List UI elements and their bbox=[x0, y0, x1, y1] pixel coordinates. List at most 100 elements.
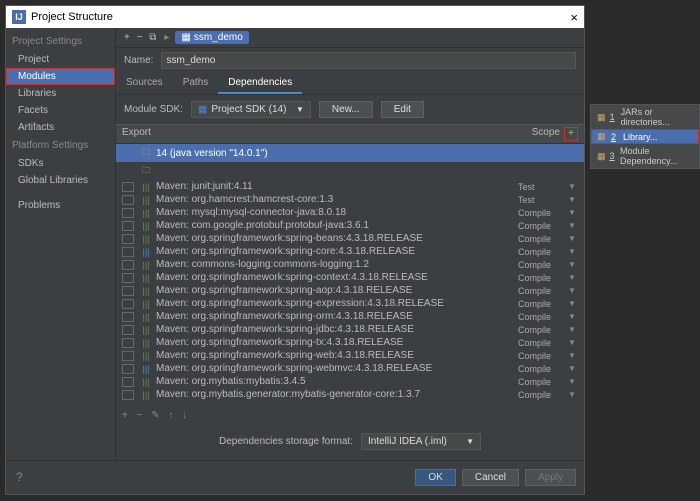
chevron-down-icon[interactable]: ▼ bbox=[568, 338, 578, 347]
popup-item[interactable]: ▦2Library... bbox=[591, 129, 699, 144]
edit-sdk-button[interactable]: Edit bbox=[381, 101, 424, 118]
add-icon[interactable]: + bbox=[124, 32, 130, 43]
table-row[interactable]: |||Maven: org.springframework:spring-jdb… bbox=[116, 323, 584, 336]
sidebar-item-libraries[interactable]: Libraries bbox=[6, 85, 115, 102]
export-checkbox[interactable] bbox=[122, 377, 134, 387]
export-checkbox[interactable] bbox=[122, 312, 134, 322]
export-checkbox[interactable] bbox=[122, 338, 134, 348]
name-input[interactable] bbox=[161, 52, 576, 69]
table-row[interactable]: |||Maven: org.springframework:spring-orm… bbox=[116, 310, 584, 323]
export-checkbox[interactable] bbox=[122, 325, 134, 335]
scope-value[interactable]: Test bbox=[518, 195, 568, 205]
module-chip[interactable]: ▦ssm_demo bbox=[175, 31, 248, 44]
scope-value[interactable]: Compile bbox=[518, 247, 568, 257]
export-checkbox[interactable] bbox=[122, 260, 134, 270]
tab-sources[interactable]: Sources bbox=[116, 73, 173, 94]
scope-value[interactable]: Compile bbox=[518, 312, 568, 322]
export-checkbox[interactable] bbox=[122, 351, 134, 361]
down-icon[interactable]: ↓ bbox=[182, 410, 187, 421]
table-row[interactable]: |||Maven: org.hamcrest:hamcrest-core:1.3… bbox=[116, 193, 584, 206]
chevron-down-icon[interactable]: ▼ bbox=[568, 195, 578, 204]
sidebar-item-artifacts[interactable]: Artifacts bbox=[6, 119, 115, 136]
new-sdk-button[interactable]: New... bbox=[319, 101, 373, 118]
sidebar-item-problems[interactable]: Problems bbox=[6, 197, 115, 214]
scope-value[interactable]: Test bbox=[518, 182, 568, 192]
scope-value[interactable]: Compile bbox=[518, 338, 568, 348]
scope-value[interactable]: Compile bbox=[518, 325, 568, 335]
add-dependency-button[interactable]: + bbox=[564, 127, 578, 141]
table-row[interactable]: 🗀14 (java version "14.0.1") bbox=[116, 144, 584, 162]
remove-icon[interactable]: − bbox=[137, 32, 143, 43]
popup-item[interactable]: ▦3Module Dependency... bbox=[591, 144, 699, 168]
table-row[interactable]: |||Maven: org.springframework:spring-con… bbox=[116, 271, 584, 284]
export-checkbox[interactable] bbox=[122, 247, 134, 257]
scope-value[interactable]: Compile bbox=[518, 299, 568, 309]
add-row-icon[interactable]: + bbox=[122, 410, 128, 421]
table-row[interactable]: |||Maven: org.springframework:spring-cor… bbox=[116, 245, 584, 258]
chevron-down-icon[interactable]: ▼ bbox=[568, 390, 578, 399]
table-row[interactable]: 🗀 bbox=[116, 162, 584, 180]
export-checkbox[interactable] bbox=[122, 299, 134, 309]
sidebar-item-sdks[interactable]: SDKs bbox=[6, 155, 115, 172]
chevron-down-icon[interactable]: ▼ bbox=[568, 260, 578, 269]
table-row[interactable]: |||Maven: org.springframework:spring-web… bbox=[116, 349, 584, 362]
table-row[interactable]: |||Maven: org.mybatis:mybatis:3.4.5Compi… bbox=[116, 375, 584, 388]
sidebar-item-modules[interactable]: Modules bbox=[6, 68, 115, 85]
close-icon[interactable]: × bbox=[570, 10, 578, 25]
scope-value[interactable]: Compile bbox=[518, 390, 568, 400]
export-checkbox[interactable] bbox=[122, 208, 134, 218]
chevron-down-icon[interactable]: ▼ bbox=[568, 221, 578, 230]
export-checkbox[interactable] bbox=[122, 286, 134, 296]
table-row[interactable]: |||Maven: com.google.protobuf:protobuf-j… bbox=[116, 219, 584, 232]
help-icon[interactable]: ? bbox=[16, 470, 23, 484]
chevron-down-icon[interactable]: ▼ bbox=[568, 312, 578, 321]
scope-value[interactable]: Compile bbox=[518, 208, 568, 218]
deps-format-combo[interactable]: IntelliJ IDEA (.iml)▼ bbox=[361, 433, 481, 450]
table-row[interactable]: |||Maven: org.springframework:spring-exp… bbox=[116, 297, 584, 310]
export-checkbox[interactable] bbox=[122, 364, 134, 374]
scope-value[interactable]: Compile bbox=[518, 234, 568, 244]
export-checkbox[interactable] bbox=[122, 234, 134, 244]
table-row[interactable]: |||Maven: org.springframework:spring-tx:… bbox=[116, 336, 584, 349]
sdk-combo[interactable]: ▦Project SDK (14)▼ bbox=[191, 101, 311, 118]
export-checkbox[interactable] bbox=[122, 195, 134, 205]
scope-value[interactable]: Compile bbox=[518, 273, 568, 283]
scope-value[interactable]: Compile bbox=[518, 351, 568, 361]
chevron-down-icon[interactable]: ▼ bbox=[568, 208, 578, 217]
scope-value[interactable]: Compile bbox=[518, 286, 568, 296]
chevron-down-icon[interactable]: ▼ bbox=[568, 364, 578, 373]
table-row[interactable]: |||Maven: junit:junit:4.11Test▼ bbox=[116, 180, 584, 193]
export-checkbox[interactable] bbox=[122, 273, 134, 283]
copy-icon[interactable]: ⧉ bbox=[149, 32, 156, 43]
tab-dependencies[interactable]: Dependencies bbox=[218, 73, 302, 94]
chevron-down-icon[interactable]: ▼ bbox=[568, 377, 578, 386]
table-row[interactable]: |||Maven: org.springframework:spring-aop… bbox=[116, 284, 584, 297]
chevron-down-icon[interactable]: ▼ bbox=[568, 234, 578, 243]
popup-item[interactable]: ▦1JARs or directories... bbox=[591, 105, 699, 129]
chevron-down-icon[interactable]: ▼ bbox=[568, 286, 578, 295]
chevron-down-icon[interactable]: ▼ bbox=[568, 247, 578, 256]
table-row[interactable]: |||Maven: mysql:mysql-connector-java:8.0… bbox=[116, 206, 584, 219]
chevron-down-icon[interactable]: ▼ bbox=[568, 351, 578, 360]
chevron-down-icon[interactable]: ▼ bbox=[568, 299, 578, 308]
sidebar-item-facets[interactable]: Facets bbox=[6, 102, 115, 119]
table-row[interactable]: |||Maven: org.springframework:spring-bea… bbox=[116, 232, 584, 245]
edit-row-icon[interactable]: ✎ bbox=[151, 410, 159, 421]
sidebar-item-global-libraries[interactable]: Global Libraries bbox=[6, 172, 115, 189]
cancel-button[interactable]: Cancel bbox=[462, 469, 519, 486]
tab-paths[interactable]: Paths bbox=[173, 73, 219, 94]
table-row[interactable]: |||Maven: org.mybatis.generator:mybatis-… bbox=[116, 388, 584, 401]
apply-button[interactable]: Apply bbox=[525, 469, 576, 486]
table-row[interactable]: |||Maven: commons-logging:commons-loggin… bbox=[116, 258, 584, 271]
export-checkbox[interactable] bbox=[122, 390, 134, 400]
chevron-down-icon[interactable]: ▼ bbox=[568, 182, 578, 191]
remove-row-icon[interactable]: − bbox=[137, 410, 143, 421]
up-icon[interactable]: ↑ bbox=[168, 410, 173, 421]
sidebar-item-project[interactable]: Project bbox=[6, 51, 115, 68]
scope-value[interactable]: Compile bbox=[518, 377, 568, 387]
ok-button[interactable]: OK bbox=[415, 469, 455, 486]
export-checkbox[interactable] bbox=[122, 221, 134, 231]
chevron-down-icon[interactable]: ▼ bbox=[568, 325, 578, 334]
export-checkbox[interactable] bbox=[122, 182, 134, 192]
chevron-down-icon[interactable]: ▼ bbox=[568, 273, 578, 282]
